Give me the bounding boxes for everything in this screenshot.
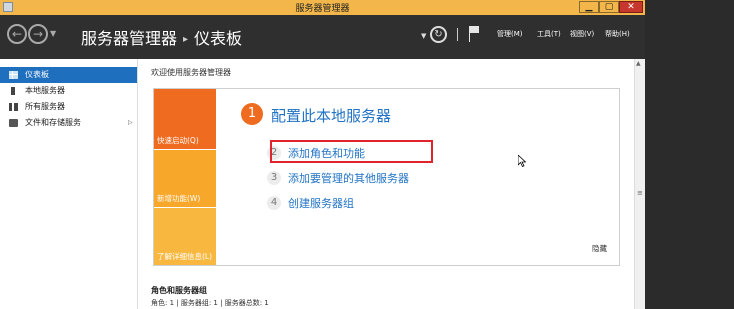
sidebar-item-label: 所有服务器 (25, 102, 65, 111)
menu-manage[interactable]: 管理(M) (497, 29, 523, 39)
configure-local-server-link[interactable]: 配置此本地服务器 (271, 105, 391, 126)
sidebar-item-local-server[interactable]: 本地服务器 (0, 83, 137, 99)
back-arrow-icon[interactable]: ← (7, 24, 27, 44)
step-number-badge: 4 (267, 196, 281, 210)
add-other-servers-link[interactable]: 添加要管理的其他服务器 (288, 170, 409, 186)
roles-summary: 角色: 1 | 服务器组: 1 | 服务器总数: 1 (151, 299, 269, 307)
step-number-badge: 1 (241, 103, 263, 125)
server-manager-window: 服务器管理器 ▁ ▢ ✕ ← → ▼ 服务器管理器 ▸ 仪表板 ▼ ↻ 管理(M) … (0, 0, 645, 309)
minimize-button[interactable]: ▁ (579, 1, 599, 13)
dashboard-content: 欢迎使用服务器管理器 快速启动(Q) 新增功能(W) 了解详细信息(L) 1 配… (138, 59, 634, 309)
servers-icon (9, 103, 18, 111)
tile-quick-start[interactable]: 快速启动(Q) (154, 89, 216, 149)
tile-label: 新增功能(W) (157, 194, 201, 203)
mouse-cursor-icon (518, 155, 526, 167)
welcome-heading: 欢迎使用服务器管理器 (151, 68, 231, 77)
desktop-background (645, 0, 734, 309)
scroll-grip-icon[interactable]: ≡ (637, 189, 643, 197)
tile-whats-new[interactable]: 新增功能(W) (154, 149, 216, 207)
create-server-group-link[interactable]: 创建服务器组 (288, 195, 354, 211)
hide-link[interactable]: 隐藏 (592, 243, 607, 254)
vertical-scrollbar[interactable]: ▲ ≡ (634, 59, 645, 309)
tile-learn-more[interactable]: 了解详细信息(L) (154, 207, 216, 265)
header-bar: ← → ▼ 服务器管理器 ▸ 仪表板 ▼ ↻ 管理(M) 工具(T) 视图(V) 帮… (0, 15, 645, 59)
dashboard-grid-icon (9, 71, 18, 79)
menu-help[interactable]: 帮助(H) (605, 29, 630, 39)
window-title: 服务器管理器 (295, 4, 350, 14)
menu-tools[interactable]: 工具(T) (537, 29, 561, 39)
breadcrumb-root[interactable]: 服务器管理器 (81, 29, 177, 48)
sidebar-item-all-servers[interactable]: 所有服务器 (0, 99, 137, 115)
sidebar-item-dashboard[interactable]: 仪表板 (0, 67, 137, 83)
flag-cloth (470, 26, 479, 33)
maximize-button[interactable]: ▢ (599, 1, 619, 13)
close-button[interactable]: ✕ (619, 1, 643, 13)
sidebar-item-label: 文件和存储服务 (25, 118, 81, 127)
notifications-flag-icon[interactable] (469, 26, 481, 42)
highlight-box (270, 140, 433, 163)
refresh-icon[interactable]: ↻ (430, 26, 447, 43)
welcome-panel: 快速启动(Q) 新增功能(W) 了解详细信息(L) 1 配置此本地服务器 2 添… (153, 88, 620, 266)
breadcrumb: 服务器管理器 ▸ 仪表板 (81, 25, 242, 49)
sidebar-item-label: 仪表板 (25, 70, 49, 79)
tile-label: 了解详细信息(L) (157, 252, 213, 261)
step-number-badge: 3 (267, 171, 281, 185)
breadcrumb-current: 仪表板 (194, 29, 243, 48)
history-dropdown-icon[interactable]: ▼ (50, 29, 56, 38)
roles-section-title: 角色和服务器组 (151, 286, 207, 295)
header-divider (457, 28, 458, 41)
sidebar: 仪表板 本地服务器 所有服务器 文件和存储服务 ▷ (0, 59, 138, 309)
server-icon (11, 87, 15, 95)
forward-arrow-icon[interactable]: → (28, 24, 48, 44)
title-bar: 服务器管理器 ▁ ▢ ✕ (0, 0, 645, 15)
expand-arrow-icon[interactable]: ▷ (128, 115, 133, 131)
menu-view[interactable]: 视图(V) (570, 29, 594, 39)
sidebar-item-label: 本地服务器 (25, 86, 65, 95)
sidebar-item-file-storage[interactable]: 文件和存储服务 ▷ (0, 115, 137, 131)
tile-label: 快速启动(Q) (157, 136, 199, 145)
scroll-up-arrow-icon[interactable]: ▲ (636, 60, 641, 67)
breadcrumb-separator-icon: ▸ (183, 34, 189, 45)
dropdown-arrow-icon[interactable]: ▼ (421, 32, 426, 40)
folder-icon (9, 119, 18, 127)
